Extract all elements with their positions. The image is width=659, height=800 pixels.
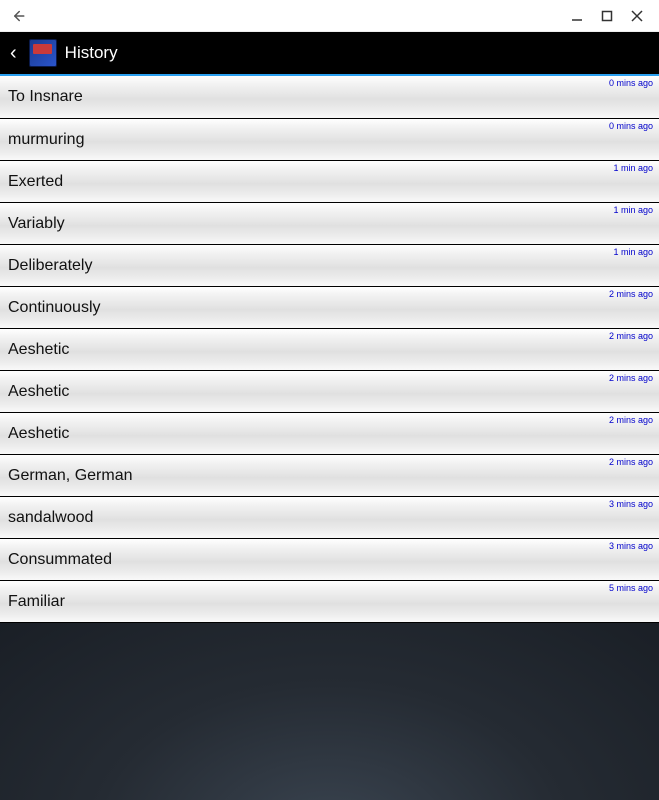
appbar-back-button[interactable]: ‹ — [6, 43, 21, 63]
page-title: History — [65, 43, 118, 63]
history-timestamp: 1 min ago — [613, 247, 653, 257]
history-timestamp: 0 mins ago — [609, 121, 653, 131]
history-row[interactable]: 3 mins ago sandalwood — [0, 496, 659, 538]
history-term: Aeshetic — [8, 425, 69, 443]
history-term: Continuously — [8, 299, 101, 317]
history-row[interactable]: 2 mins ago Aeshetic — [0, 370, 659, 412]
history-row[interactable]: 2 mins ago German, German — [0, 454, 659, 496]
close-icon[interactable] — [631, 10, 643, 22]
history-timestamp: 1 min ago — [613, 205, 653, 215]
history-timestamp: 0 mins ago — [609, 78, 653, 88]
maximize-icon[interactable] — [601, 10, 613, 22]
app-bar: ‹ History — [0, 32, 659, 76]
back-arrow-icon[interactable] — [8, 7, 26, 25]
history-term: murmuring — [8, 131, 84, 149]
history-term: Deliberately — [8, 257, 92, 275]
history-timestamp: 2 mins ago — [609, 373, 653, 383]
history-row[interactable]: 2 mins ago Continuously — [0, 286, 659, 328]
history-list: 0 mins ago To Insnare 0 mins ago murmuri… — [0, 76, 659, 623]
history-row[interactable]: 0 mins ago To Insnare — [0, 76, 659, 118]
history-timestamp: 3 mins ago — [609, 541, 653, 551]
history-term: sandalwood — [8, 509, 93, 527]
history-timestamp: 2 mins ago — [609, 415, 653, 425]
history-row[interactable]: 3 mins ago Consummated — [0, 538, 659, 580]
history-term: Aeshetic — [8, 383, 69, 401]
app-icon — [29, 39, 57, 67]
history-row[interactable]: 1 min ago Exerted — [0, 160, 659, 202]
history-term: To Insnare — [8, 88, 83, 106]
history-row[interactable]: 0 mins ago murmuring — [0, 118, 659, 160]
history-term: German, German — [8, 467, 132, 485]
history-timestamp: 1 min ago — [613, 163, 653, 173]
history-term: Variably — [8, 215, 65, 233]
window-titlebar — [0, 0, 659, 32]
history-row[interactable]: 2 mins ago Aeshetic — [0, 328, 659, 370]
history-timestamp: 3 mins ago — [609, 499, 653, 509]
history-row[interactable]: 2 mins ago Aeshetic — [0, 412, 659, 454]
history-row[interactable]: 5 mins ago Familiar — [0, 580, 659, 622]
history-row[interactable]: 1 min ago Variably — [0, 202, 659, 244]
history-timestamp: 5 mins ago — [609, 583, 653, 593]
history-timestamp: 2 mins ago — [609, 289, 653, 299]
history-timestamp: 2 mins ago — [609, 331, 653, 341]
history-term: Familiar — [8, 593, 65, 611]
history-row[interactable]: 1 min ago Deliberately — [0, 244, 659, 286]
history-timestamp: 2 mins ago — [609, 457, 653, 467]
minimize-icon[interactable] — [571, 10, 583, 22]
empty-area — [0, 623, 659, 800]
history-term: Exerted — [8, 173, 63, 191]
history-term: Aeshetic — [8, 341, 69, 359]
history-term: Consummated — [8, 551, 112, 569]
